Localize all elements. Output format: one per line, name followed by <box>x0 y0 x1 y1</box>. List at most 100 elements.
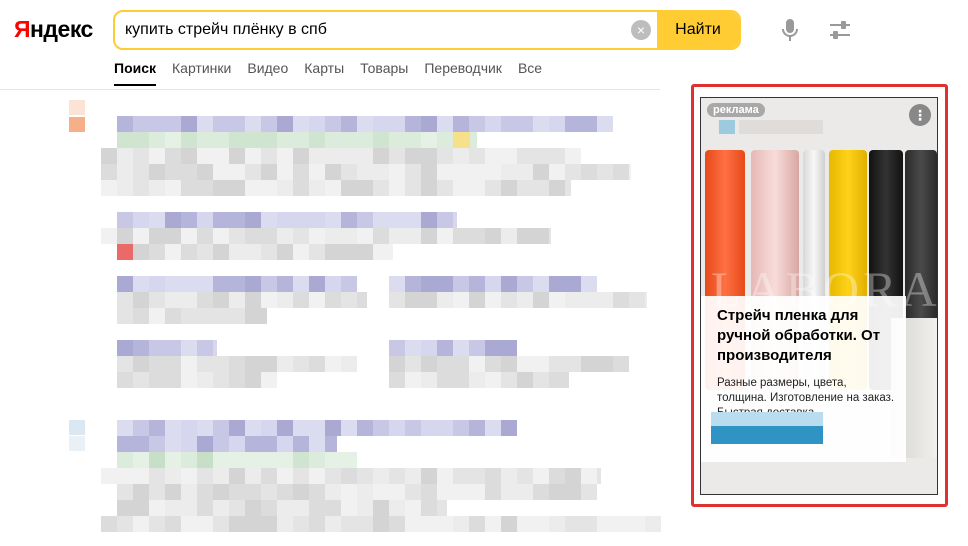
pixel-cell <box>485 340 501 356</box>
pixel-cell <box>213 292 229 308</box>
microphone-icon[interactable] <box>780 18 800 42</box>
pixel-cell <box>517 148 533 164</box>
pixel-cell <box>581 484 597 500</box>
pixel-cell <box>69 100 85 115</box>
pixel-cell <box>533 228 549 244</box>
pixel-cell <box>373 212 389 228</box>
pixel-cell <box>629 164 631 180</box>
pixel-cell <box>133 164 149 180</box>
pixel-cell <box>517 180 533 196</box>
pixel-cell <box>389 340 405 356</box>
pixel-cell <box>165 372 181 388</box>
pixel-cell <box>117 308 133 324</box>
pixel-cell <box>645 292 647 308</box>
pixel-cell <box>181 148 197 164</box>
ad-cta-button[interactable] <box>711 426 823 444</box>
pixel-cell <box>149 212 165 228</box>
pixel-cell <box>149 308 165 324</box>
pixel-cell <box>325 356 341 372</box>
pixel-cell <box>293 452 309 468</box>
pixel-cell <box>389 500 405 516</box>
tab-translator[interactable]: Переводчик <box>424 60 502 86</box>
pixel-cell <box>245 132 261 148</box>
pixel-cell <box>149 372 165 388</box>
pixel-cell <box>229 372 245 388</box>
pixel-cell <box>133 420 149 436</box>
find-button[interactable]: Найти <box>657 12 739 48</box>
pixel-cell <box>245 356 261 372</box>
pixel-cell <box>357 500 373 516</box>
ad-card[interactable]: LABORA реклама ⋮ Стрейч пленка для ручно… <box>700 97 938 495</box>
pixel-cell <box>421 116 437 132</box>
tab-maps[interactable]: Карты <box>304 60 344 86</box>
pixel-cell <box>405 468 421 484</box>
pixel-cell <box>101 164 117 180</box>
pixel-cell <box>389 292 405 308</box>
pixel-cell <box>421 228 437 244</box>
clear-search-button[interactable]: × <box>625 12 657 48</box>
pixel-cell <box>165 148 181 164</box>
pixel-cell <box>181 452 197 468</box>
pixel-cell <box>485 116 501 132</box>
pixel-cell <box>421 292 437 308</box>
pixel-cell <box>437 228 453 244</box>
pixel-cell <box>149 244 165 260</box>
pixel-cell <box>485 516 501 532</box>
pixel-cell <box>389 148 405 164</box>
pixel-cell <box>453 212 457 228</box>
pixel-cell <box>261 372 277 388</box>
pixel-cell <box>277 148 293 164</box>
pixel-cell <box>229 356 245 372</box>
pixel-cell <box>629 516 645 532</box>
pixel-cell <box>245 516 261 532</box>
pixel-cell <box>229 148 245 164</box>
ad-title[interactable]: Стрейч пленка для ручной обработки. От п… <box>717 306 896 366</box>
pixel-cell <box>437 356 453 372</box>
ad-logo-placeholder <box>719 120 735 134</box>
pixel-cell <box>181 500 197 516</box>
pixel-cell <box>181 372 197 388</box>
pixel-cell <box>293 436 309 452</box>
pixel-cell <box>213 132 229 148</box>
tab-video[interactable]: Видео <box>247 60 288 86</box>
pixel-cell <box>405 212 421 228</box>
pixel-cell <box>261 292 277 308</box>
tab-images[interactable]: Картинки <box>172 60 231 86</box>
pixel-cell <box>117 452 133 468</box>
pixel-cell <box>565 276 581 292</box>
pixel-cell <box>293 420 309 436</box>
tab-products[interactable]: Товары <box>360 60 408 86</box>
pixel-cell <box>373 228 389 244</box>
pixel-cell <box>341 468 357 484</box>
pixel-cell <box>229 452 245 468</box>
pixel-cell <box>117 244 133 260</box>
tab-all[interactable]: Все <box>518 60 542 86</box>
pixel-cell <box>501 340 517 356</box>
more-vertical-icon[interactable]: ⋮ <box>909 104 931 126</box>
pixel-cell <box>165 228 181 244</box>
pixel-cell <box>117 148 133 164</box>
pixel-cell <box>197 116 213 132</box>
pixel-cell <box>117 116 133 132</box>
pixel-cell <box>181 212 197 228</box>
pixel-cell <box>501 116 517 132</box>
pixel-cell <box>277 212 293 228</box>
pixel-cell <box>213 276 229 292</box>
pixel-cell <box>229 228 245 244</box>
yandex-logo[interactable]: Яндекс <box>14 16 93 43</box>
search-input[interactable] <box>115 12 625 48</box>
pixel-cell <box>517 516 533 532</box>
pixel-cell <box>277 292 293 308</box>
pixel-cell <box>229 468 245 484</box>
sliders-icon[interactable] <box>828 18 852 42</box>
pixel-cell <box>613 164 629 180</box>
pixel-cell <box>293 276 309 292</box>
pixel-cell <box>149 148 165 164</box>
pixel-cell <box>389 420 405 436</box>
pixel-cell <box>565 468 581 484</box>
pixel-cell <box>421 484 437 500</box>
ad-domain-placeholder <box>739 120 823 134</box>
pixel-cell <box>117 212 133 228</box>
pixel-cell <box>149 276 165 292</box>
tab-search[interactable]: Поиск <box>114 60 156 86</box>
